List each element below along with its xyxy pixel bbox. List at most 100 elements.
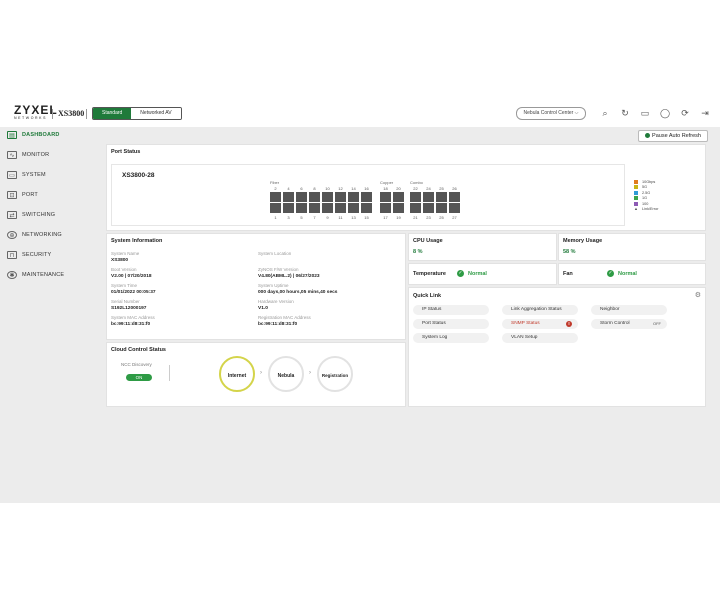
top-bar: ZYXEL NETWORKS XS3800 Standard Networked… xyxy=(0,100,720,128)
port[interactable] xyxy=(449,203,460,213)
port[interactable] xyxy=(380,203,391,213)
field-label: Serial Number xyxy=(111,299,140,304)
system-icon: ▭ xyxy=(7,171,17,179)
quick-link-card: Quick Link ⚙ IP Status Link Aggregation … xyxy=(408,287,706,407)
port[interactable] xyxy=(335,203,346,213)
system-information-card: System Information System Name XS3800 Syst… xyxy=(106,233,406,340)
port[interactable] xyxy=(436,192,447,202)
nebula-status-circle: Nebula xyxy=(268,356,304,392)
quick-link-system-log[interactable]: System Log xyxy=(413,333,489,343)
port-number-label: 24 xyxy=(426,186,431,191)
sidebar-item-port[interactable]: ⊡ PORT xyxy=(0,187,98,203)
sidebar-item-dashboard[interactable]: ▤ DASHBOARD xyxy=(0,127,98,143)
legend-item: 2.5G xyxy=(634,190,658,195)
sidebar-item-maintenance[interactable]: ✱ MAINTENANCE xyxy=(0,267,98,283)
fan-title: Fan xyxy=(563,271,573,277)
temperature-card: Temperature ✓ Normal xyxy=(408,263,557,285)
sidebar-item-system[interactable]: ▭ SYSTEM xyxy=(0,167,98,183)
field-label: ZyNOS F/W Version xyxy=(258,267,299,272)
port[interactable] xyxy=(348,192,359,202)
legend-item: 1G xyxy=(634,196,658,201)
check-icon: ✓ xyxy=(607,270,614,277)
quick-link-link-aggregation-status[interactable]: Link Aggregation Status xyxy=(502,305,578,315)
search-icon[interactable]: ⌕ xyxy=(600,108,610,118)
cloud-control-status-card: Cloud Control Status NCC Discovery ON In… xyxy=(106,342,406,407)
port-number-label: 14 xyxy=(351,186,356,191)
quick-link-title: Quick Link xyxy=(413,293,442,299)
legend-swatch xyxy=(634,185,638,189)
model-name: XS3800 xyxy=(58,109,85,118)
user-icon[interactable]: ◯ xyxy=(660,108,670,118)
port[interactable] xyxy=(283,192,294,202)
quick-link-port-status[interactable]: Port Status xyxy=(413,319,489,329)
mode-networked-av-button[interactable]: Networked AV xyxy=(131,108,181,119)
port-number-label: 8 xyxy=(313,186,316,191)
port[interactable] xyxy=(270,203,281,213)
nebula-control-center-button[interactable]: Nebula Control Center ⌵ xyxy=(516,107,586,120)
sidebar-item-switching[interactable]: ⇄ SWITCHING xyxy=(0,207,98,223)
port[interactable] xyxy=(296,192,307,202)
port[interactable] xyxy=(393,203,404,213)
port[interactable] xyxy=(449,192,460,202)
port[interactable] xyxy=(423,203,434,213)
port[interactable] xyxy=(270,192,281,202)
memory-usage-title: Memory Usage xyxy=(563,238,603,244)
quick-link-snmp-status[interactable]: SNMP Status ! xyxy=(502,319,578,329)
legend-item: ▲ Link/Error xyxy=(634,206,659,212)
mode-standard-button[interactable]: Standard xyxy=(93,108,132,119)
port-number-label: 25 xyxy=(439,215,444,220)
quick-link-neighbor[interactable]: Neighbor xyxy=(591,305,667,315)
port[interactable] xyxy=(309,192,320,202)
quick-link-vlan-setup[interactable]: VLAN Setup xyxy=(502,333,578,343)
port[interactable] xyxy=(410,192,421,202)
sidebar-item-networking[interactable]: ⊕ NETWORKING xyxy=(0,227,98,243)
port[interactable] xyxy=(348,203,359,213)
gear-icon[interactable]: ⚙ xyxy=(695,291,701,299)
port[interactable] xyxy=(380,192,391,202)
port-status-title: Port Status xyxy=(111,149,141,155)
field-label: System Time xyxy=(111,283,138,288)
refresh-icon[interactable]: ↻ xyxy=(620,108,630,118)
quick-link-ip-status[interactable]: IP Status xyxy=(413,305,489,315)
port-number-label: 18 xyxy=(383,186,388,191)
port[interactable] xyxy=(423,192,434,202)
app-window: ZYXEL NETWORKS XS3800 Standard Networked… xyxy=(0,100,720,503)
cpu-usage-card: CPU Usage 8 % xyxy=(408,233,557,261)
reboot-icon[interactable]: ⟳ xyxy=(680,108,690,118)
port[interactable] xyxy=(410,203,421,213)
port-number-label: 13 xyxy=(351,215,356,220)
main-content: Pause Auto Refresh Port Status XS3800-28… xyxy=(98,127,720,503)
logout-icon[interactable]: ⇥ xyxy=(700,108,710,118)
field-value: V1.0 xyxy=(258,306,268,311)
quick-link-storm-control[interactable]: Storm Control OFF xyxy=(591,319,667,329)
port[interactable] xyxy=(296,203,307,213)
port[interactable] xyxy=(393,192,404,202)
registration-status-circle: Registration xyxy=(317,356,353,392)
port-number-label: 3 xyxy=(287,215,290,220)
pause-auto-refresh-button[interactable]: Pause Auto Refresh xyxy=(638,130,708,142)
field-value: 01/01/2022 00:05:37 xyxy=(111,290,156,295)
field-label: System MAC Address xyxy=(111,315,155,320)
port[interactable] xyxy=(322,203,333,213)
memory-usage-value: 58 % xyxy=(563,249,576,255)
port[interactable] xyxy=(283,203,294,213)
sidebar-item-security[interactable]: ⊓ SECURITY xyxy=(0,247,98,263)
internet-status-circle: Internet xyxy=(219,356,255,392)
legend-swatch xyxy=(634,196,638,200)
port-icon: ⊡ xyxy=(7,191,17,199)
port[interactable] xyxy=(335,192,346,202)
memory-usage-card: Memory Usage 58 % xyxy=(558,233,706,261)
port[interactable] xyxy=(361,203,372,213)
port-number-label: 26 xyxy=(452,186,457,191)
sidebar-item-monitor[interactable]: ∿ MONITOR xyxy=(0,147,98,163)
port[interactable] xyxy=(436,203,447,213)
save-icon[interactable]: ▭ xyxy=(640,108,650,118)
port[interactable] xyxy=(361,192,372,202)
ncc-discovery-toggle[interactable]: ON xyxy=(126,374,152,381)
port[interactable] xyxy=(309,203,320,213)
field-label: Registration MAC Address xyxy=(258,315,311,320)
port-number-label: 6 xyxy=(300,186,303,191)
port[interactable] xyxy=(322,192,333,202)
port-legend: 10Gbps 5G 2.5G 1G 100 ▲ Link/Error xyxy=(634,179,658,212)
port-number-label: 12 xyxy=(338,186,343,191)
